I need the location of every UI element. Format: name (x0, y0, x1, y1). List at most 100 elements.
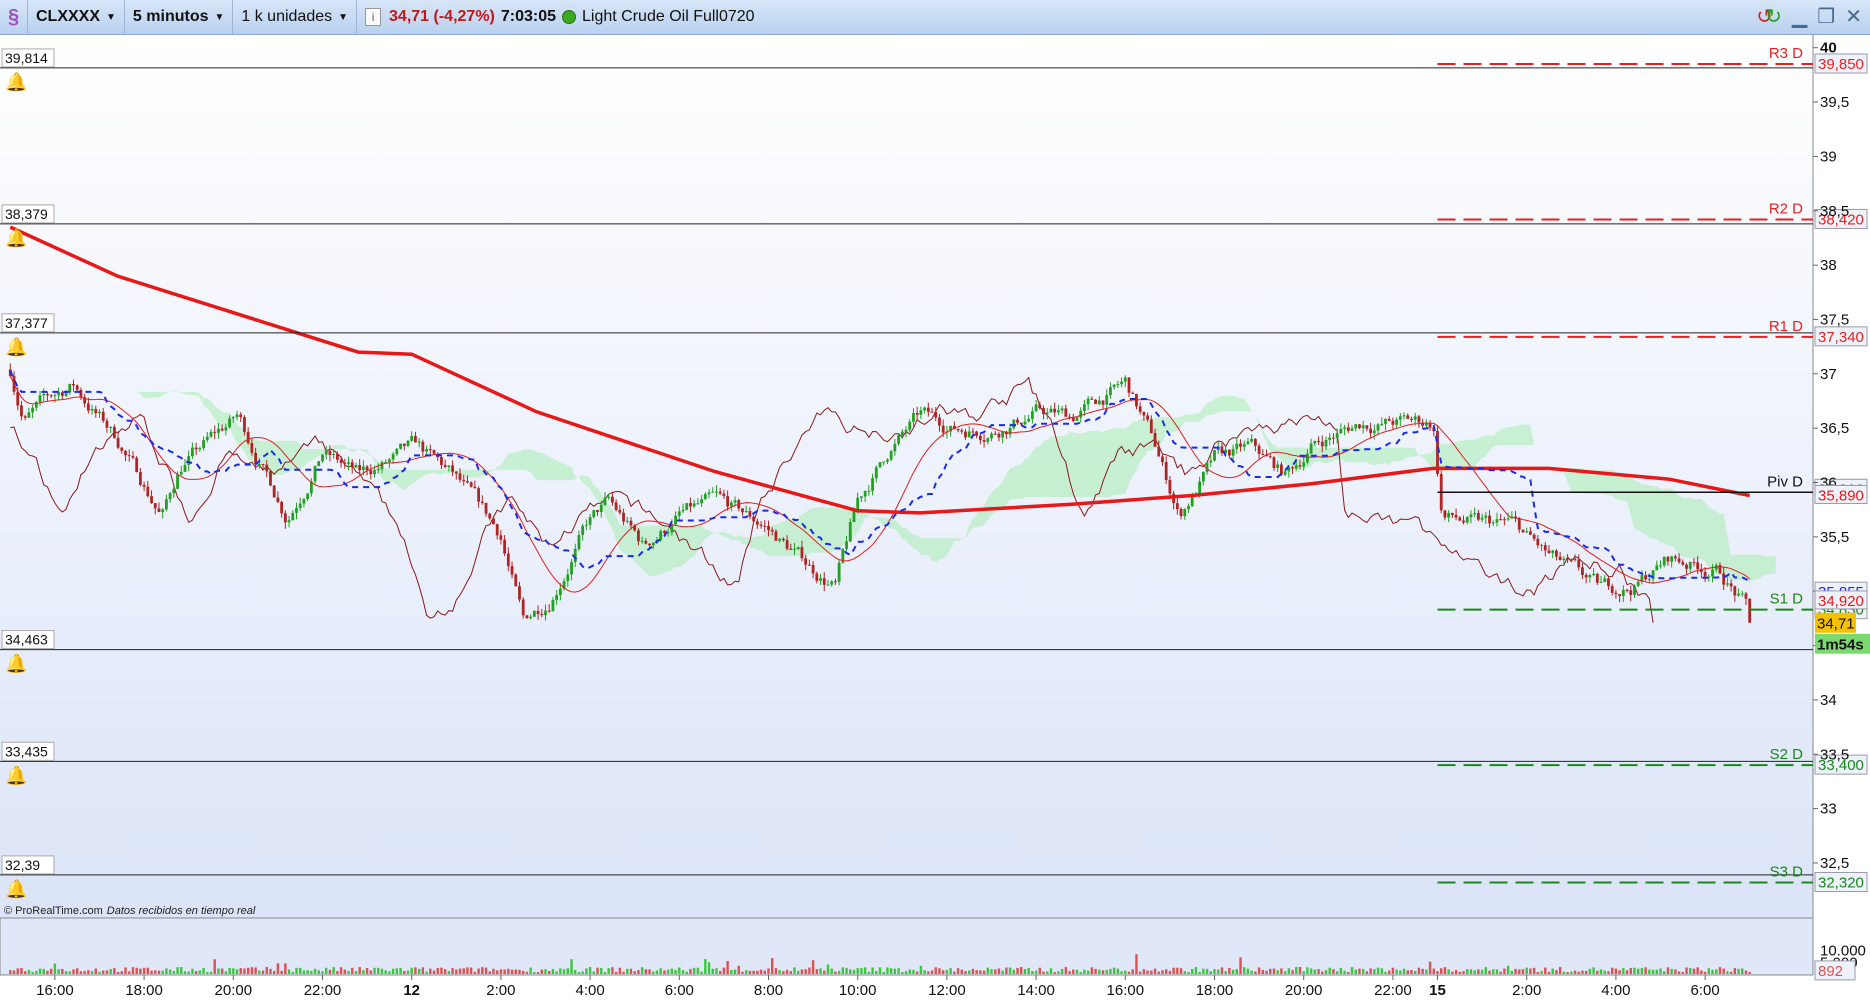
volume-bar (1592, 967, 1595, 974)
candle (1380, 423, 1384, 425)
volume-bar (1328, 967, 1331, 974)
volume-bar (358, 967, 361, 974)
candle (629, 520, 633, 526)
volume-bar (154, 970, 157, 974)
candle (94, 409, 98, 414)
candle (432, 450, 436, 454)
volume-bar (451, 968, 454, 974)
volume-bar (856, 968, 859, 974)
candle (428, 449, 432, 451)
info-icon[interactable]: i (365, 8, 382, 26)
volume-bar (759, 969, 763, 974)
candle (1562, 558, 1566, 560)
candle (1480, 517, 1484, 520)
candle (1740, 593, 1744, 595)
pivot-name: R1 D (1769, 318, 1803, 335)
volume-bar (209, 971, 213, 974)
volume-bar (1213, 969, 1216, 974)
candle (1391, 420, 1395, 425)
volume-bar (462, 968, 465, 974)
pivot-name: S1 D (1770, 591, 1804, 608)
candle (276, 497, 280, 503)
volume-bar (1711, 969, 1714, 974)
volume-bar (27, 969, 31, 974)
instrument-selector[interactable]: CLXXXX ▼ (28, 0, 125, 35)
units-selector[interactable]: 1 k unidades ▼ (233, 0, 358, 35)
candle (1294, 465, 1298, 469)
volume-bar (1700, 970, 1703, 974)
volume-bar (1744, 970, 1748, 974)
volume-bar (1544, 967, 1547, 974)
candle (272, 485, 276, 498)
volume-bar (1131, 969, 1134, 974)
candle (257, 464, 261, 466)
volume-bar (194, 971, 198, 974)
volume-bar (763, 970, 766, 974)
volume-bar (1046, 971, 1049, 974)
volume-bar (1707, 968, 1711, 974)
volume-bar (1633, 967, 1636, 974)
candle (882, 461, 886, 463)
candle (243, 417, 246, 432)
volume-bar (1610, 967, 1614, 974)
link-icon[interactable]: § (0, 0, 28, 35)
candle (1053, 408, 1057, 413)
candle (614, 502, 618, 510)
x-tick-label: 16:00 (1107, 982, 1145, 999)
candle (800, 547, 804, 559)
candle (544, 610, 547, 616)
candle (964, 431, 967, 438)
price-chart[interactable]: 39,814 🔔 38,379 🔔 37,377 🔔 34,463 🔔 33,435 🔔 32,39… (0, 35, 1870, 1000)
volume-bar (522, 970, 525, 974)
candle (551, 600, 555, 612)
volume-bar (797, 970, 800, 974)
timeframe-selector[interactable]: 5 minutos ▼ (125, 0, 234, 35)
volume-bar (982, 970, 986, 974)
volume-bar (1164, 969, 1168, 974)
restore-icon[interactable]: ❐ (1817, 4, 1835, 29)
volume-bar (254, 967, 257, 974)
candle (1261, 453, 1265, 455)
candle (1209, 460, 1213, 463)
candle (852, 510, 856, 523)
volume-bar (172, 970, 176, 974)
candle (707, 492, 711, 495)
pivot-value: 37,340 (1818, 329, 1864, 346)
credit-status: Datos recibidos en tiempo real (106, 905, 256, 917)
volume-bar (1469, 969, 1473, 974)
volume-bar (1425, 969, 1428, 974)
candle (1016, 419, 1019, 423)
x-tick-label: 12 (403, 982, 420, 999)
candle (75, 385, 79, 390)
volume-bar (1525, 967, 1528, 974)
volume-bar (860, 968, 863, 974)
volume-bar (1640, 967, 1644, 974)
volume-bar (1547, 971, 1551, 974)
volume-bar (1659, 968, 1662, 974)
candle (350, 462, 354, 468)
candle (1584, 574, 1588, 578)
candle (1127, 377, 1131, 393)
volume-bar (1283, 971, 1287, 974)
candle (990, 433, 993, 439)
volume-bar (945, 969, 949, 974)
candle (622, 512, 625, 522)
volume-bar (38, 968, 42, 974)
volume-bar (863, 967, 867, 974)
candle (1413, 416, 1417, 420)
volume-bar (1722, 968, 1725, 974)
candle (674, 515, 677, 525)
minimize-icon[interactable]: ▁ (1792, 4, 1807, 29)
candle (978, 435, 982, 441)
last-price-change: 34,71 (-4,27%) (389, 8, 495, 25)
volume-bar (652, 971, 655, 974)
close-icon[interactable]: ✕ (1845, 4, 1862, 29)
candle (239, 414, 243, 418)
volume-bar (986, 967, 989, 974)
refresh-icon[interactable]: ↺↻ (1756, 4, 1782, 29)
volume-bar (187, 971, 190, 974)
candle (1384, 419, 1387, 424)
candle (1175, 503, 1179, 509)
candle (1280, 464, 1283, 475)
candle (856, 497, 860, 511)
